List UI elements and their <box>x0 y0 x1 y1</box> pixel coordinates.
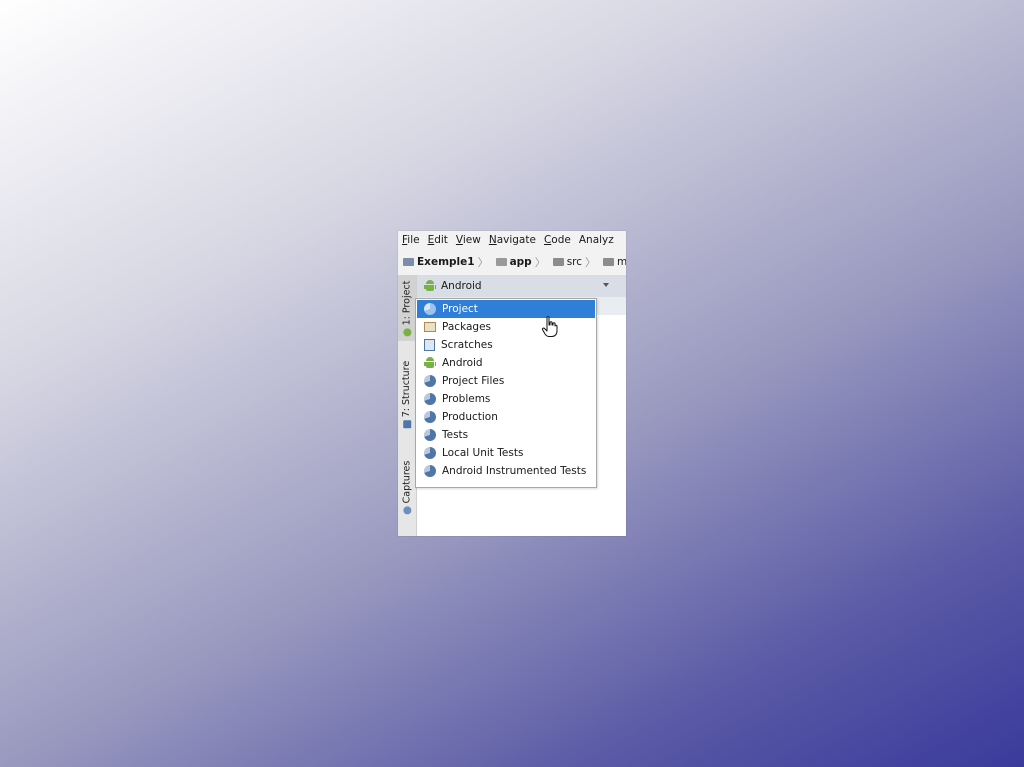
dropdown-option-android-instrumented-tests[interactable]: Android Instrumented Tests <box>417 462 595 480</box>
android-icon <box>424 357 436 369</box>
breadcrumb-item-main[interactable]: main <box>598 256 626 268</box>
project-view-icon <box>424 429 436 441</box>
project-view-icon <box>424 411 436 423</box>
dropdown-option-packages[interactable]: Packages <box>417 318 595 336</box>
menu-file[interactable]: File <box>398 234 424 246</box>
view-selector-label: Android <box>441 280 482 292</box>
project-view-selector[interactable]: Android <box>417 275 626 297</box>
tab-captures[interactable]: Captures <box>398 447 416 527</box>
folder-icon <box>552 258 564 266</box>
project-view-icon <box>424 447 436 459</box>
breadcrumb-item-app[interactable]: app 〉 <box>491 254 546 270</box>
chevron-right-icon: 〉 <box>534 256 546 269</box>
chevron-right-icon: 〉 <box>477 256 489 269</box>
breadcrumb-item-src[interactable]: src 〉 <box>548 254 596 270</box>
hand-cursor-icon <box>541 316 558 337</box>
menu-view[interactable]: View <box>452 234 485 246</box>
scratches-icon <box>424 339 435 351</box>
menu-bar: File Edit View Navigate Code Analyz <box>398 231 626 249</box>
dropdown-option-problems[interactable]: Problems <box>417 390 595 408</box>
menu-navigate[interactable]: Navigate <box>485 234 540 246</box>
tab-project[interactable]: 1: Project <box>398 275 416 341</box>
dropdown-arrow-icon <box>603 283 609 287</box>
dropdown-option-production[interactable]: Production <box>417 408 595 426</box>
project-view-dropdown: Project Packages Scratches Android Proje… <box>415 298 597 488</box>
dropdown-option-local-unit-tests[interactable]: Local Unit Tests <box>417 444 595 462</box>
dropdown-option-project[interactable]: Project <box>417 300 595 318</box>
project-view-icon <box>424 465 436 477</box>
packages-icon <box>424 322 436 332</box>
dropdown-option-project-files[interactable]: Project Files <box>417 372 595 390</box>
tab-structure[interactable]: 7: Structure <box>398 353 416 435</box>
menu-analyze[interactable]: Analyz <box>575 234 618 246</box>
menu-code[interactable]: Code <box>540 234 575 246</box>
structure-icon <box>403 419 411 428</box>
breadcrumb-item-project[interactable]: Exemple1 〉 <box>398 254 489 270</box>
project-tool-icon <box>403 327 411 336</box>
dropdown-option-tests[interactable]: Tests <box>417 426 595 444</box>
dropdown-option-scratches[interactable]: Scratches <box>417 336 595 354</box>
project-view-icon <box>424 375 436 387</box>
project-view-icon <box>424 393 436 405</box>
menu-edit[interactable]: Edit <box>424 234 452 246</box>
project-view-icon <box>424 303 436 315</box>
folder-icon <box>603 258 615 266</box>
android-icon <box>424 280 436 292</box>
breadcrumb: Exemple1 〉 app 〉 src 〉 main <box>398 251 626 273</box>
chevron-right-icon: 〉 <box>585 256 597 269</box>
captures-icon <box>403 505 412 514</box>
project-folder-icon <box>403 258 414 266</box>
module-folder-icon <box>495 258 507 266</box>
dropdown-option-android[interactable]: Android <box>417 354 595 372</box>
ide-screenshot: File Edit View Navigate Code Analyz Exem… <box>398 231 626 536</box>
